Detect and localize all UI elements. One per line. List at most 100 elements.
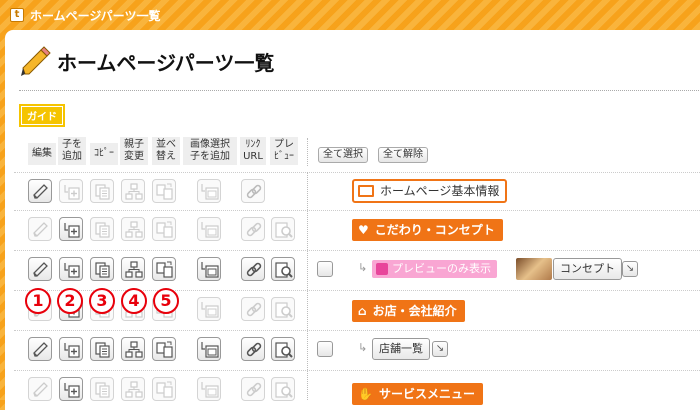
add-child-icon (63, 221, 81, 239)
sort-button (152, 179, 176, 203)
image-add-button[interactable] (197, 337, 221, 361)
col-add-child-l1: 子を (62, 139, 82, 150)
sort-button (152, 217, 176, 241)
parent-change-button[interactable] (121, 337, 145, 361)
col-edit: 編集 (28, 143, 56, 165)
col-image-l1: 画像選択 (190, 139, 230, 150)
preview-icon (275, 381, 293, 399)
preview-button[interactable] (271, 337, 295, 361)
add-child-button[interactable] (59, 377, 83, 401)
col-parent-l2: 変更 (124, 151, 144, 162)
pencil-icon (32, 183, 50, 201)
app-icon: t (10, 8, 24, 22)
col-add-child-l2: 追加 (62, 151, 82, 162)
edit-button[interactable] (28, 179, 52, 203)
edit-button[interactable] (28, 337, 52, 361)
copy-button (90, 377, 114, 401)
image-add-button (197, 297, 221, 321)
row-checkbox[interactable] (317, 261, 333, 277)
page-header: ホームページパーツ一覧 (19, 44, 274, 78)
col-preview-l2: ﾋﾞｭｰ (274, 151, 294, 162)
col-sort-l1: 並べ (156, 139, 176, 150)
add-child-icon (63, 183, 81, 201)
sort-button[interactable] (152, 337, 176, 361)
parent-change-button[interactable] (121, 257, 145, 281)
col-image-l2: 子を追加 (190, 151, 230, 162)
header-divider (19, 90, 699, 91)
preview-button (271, 297, 295, 321)
hand-icon: ✋ (358, 387, 373, 401)
add-child-button[interactable] (59, 337, 83, 361)
image-add-button (197, 179, 221, 203)
callout-1: 1 (25, 288, 51, 314)
image-add-button[interactable] (197, 257, 221, 281)
select-all-button[interactable]: 全て選択 (318, 147, 368, 163)
parent-change-button (121, 179, 145, 203)
row-divider (14, 370, 700, 371)
part-label: お店・会社紹介 (372, 304, 457, 318)
header-separator (307, 138, 308, 166)
add-child-button[interactable] (59, 257, 83, 281)
part-button-store-list[interactable]: 店舗一覧 (372, 338, 430, 360)
guide-button[interactable]: ガイド (19, 104, 65, 127)
pencil-icon (32, 221, 50, 239)
sort-icon (156, 341, 174, 359)
col-link-l1: ﾘﾝｸ (245, 139, 261, 150)
window-title: ホームページパーツ一覧 (30, 8, 161, 23)
link-button[interactable] (241, 257, 265, 281)
part-label: ホームページ基本情報 (380, 184, 500, 198)
add-child-button[interactable] (59, 217, 83, 241)
copy-button[interactable] (90, 337, 114, 361)
copy-icon (94, 261, 112, 279)
sort-icon (156, 261, 174, 279)
image-add-icon (201, 341, 219, 359)
parent-change-button (121, 217, 145, 241)
col-copy: ｺﾋﾟｰ (90, 143, 118, 165)
col-sort-l2: 替え (156, 151, 176, 162)
edit-button[interactable] (28, 257, 52, 281)
sort-icon (156, 183, 174, 201)
monitor-icon (358, 185, 374, 197)
link-button (241, 377, 265, 401)
preview-button (271, 377, 295, 401)
preview-only-icon (376, 263, 388, 275)
part-button-shop-intro[interactable]: ⌂ お店・会社紹介 (352, 300, 465, 322)
preview-only-label: プレビューのみ表示 (392, 262, 491, 275)
link-button[interactable] (241, 337, 265, 361)
callout-2: 2 (57, 288, 83, 314)
tree-icon (125, 341, 143, 359)
image-add-button (197, 377, 221, 401)
sort-button[interactable] (152, 257, 176, 281)
expand-button[interactable]: ↘ (432, 341, 448, 357)
deselect-all-button[interactable]: 全て解除 (378, 147, 428, 163)
image-add-icon (201, 183, 219, 201)
copy-button (90, 179, 114, 203)
col-link-l2: URL (243, 151, 263, 162)
tree-indent-icon: ↳ (358, 261, 368, 274)
link-icon (245, 301, 263, 319)
col-sort: 並べ 替え (152, 137, 180, 165)
image-add-icon (201, 301, 219, 319)
col-add-child: 子を 追加 (58, 137, 86, 165)
link-icon (245, 341, 263, 359)
part-button-concept[interactable]: ♥ こだわり・コンセプト (352, 219, 503, 241)
top-bar: t ホームページパーツ一覧 (0, 0, 700, 30)
row-divider (14, 330, 700, 331)
preview-button[interactable] (271, 257, 295, 281)
part-button-homepage-info[interactable]: ホームページ基本情報 (352, 179, 508, 203)
copy-button[interactable] (90, 257, 114, 281)
row-divider (14, 172, 700, 173)
shop-icon: ⌂ (358, 304, 367, 318)
pencil-icon (32, 381, 50, 399)
col-parent: 親子 変更 (120, 137, 148, 165)
part-button-concept-child[interactable]: コンセプト (553, 258, 622, 280)
preview-icon (275, 221, 293, 239)
heart-icon: ♥ (358, 223, 369, 237)
col-parent-l1: 親子 (124, 139, 144, 150)
row-divider (14, 250, 700, 251)
part-button-service-menu[interactable]: ✋ サービスメニュー (352, 383, 483, 405)
expand-button[interactable]: ↘ (622, 261, 638, 277)
callout-5: 5 (153, 288, 179, 314)
preview-icon (275, 341, 293, 359)
row-checkbox[interactable] (317, 341, 333, 357)
